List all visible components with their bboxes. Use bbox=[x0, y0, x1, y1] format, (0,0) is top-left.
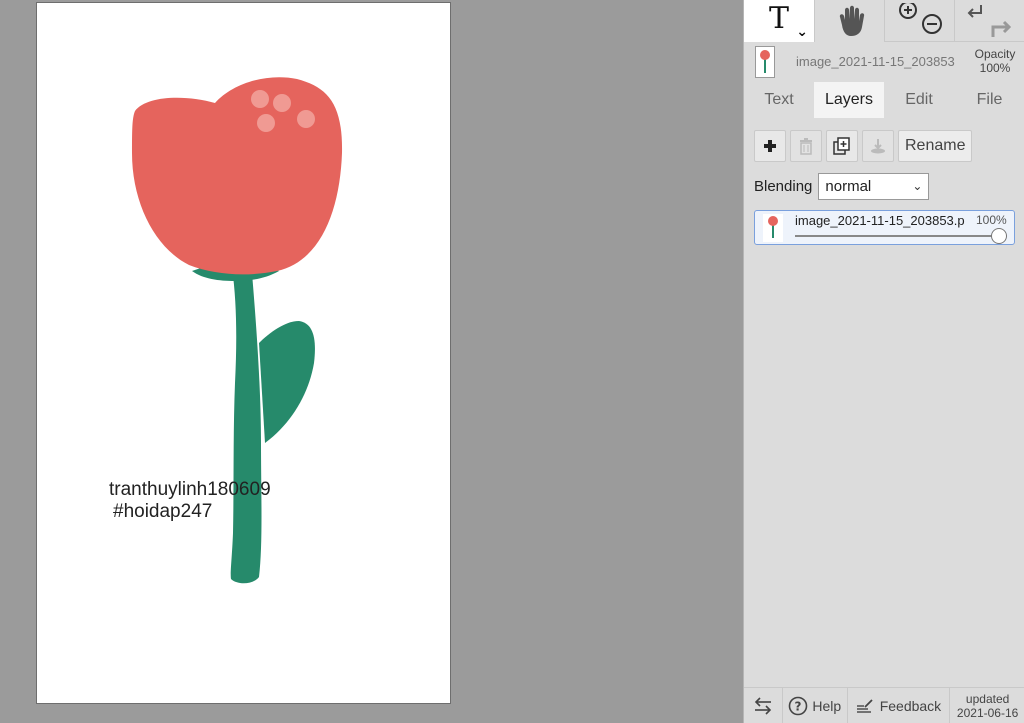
rename-layer-button[interactable]: Rename bbox=[898, 130, 973, 162]
slider-knob[interactable] bbox=[991, 228, 1007, 244]
feedback-label: Feedback bbox=[879, 697, 942, 714]
zoom-out-icon[interactable] bbox=[921, 14, 942, 34]
layer-tools: Rename bbox=[754, 130, 973, 162]
help-label: Help bbox=[812, 697, 842, 714]
merge-down-button[interactable] bbox=[862, 130, 894, 162]
updated-label: updated bbox=[965, 691, 1010, 706]
feedback-icon bbox=[856, 698, 873, 713]
add-layer-icon bbox=[764, 140, 776, 152]
panel-tabs: Text Layers Edit File bbox=[744, 82, 1024, 118]
tab-file[interactable]: File bbox=[954, 82, 1024, 118]
petal-dot bbox=[251, 90, 269, 108]
workspace[interactable]: tranthuylinh180609 #hoidap247 bbox=[0, 0, 743, 723]
petal-dot bbox=[273, 94, 291, 112]
panel-footer: ? Help Feedback updated 2021-06-16 bbox=[744, 687, 1024, 723]
chevron-down-icon[interactable]: ⌄ bbox=[796, 23, 808, 40]
updated-info[interactable]: updated 2021-06-16 bbox=[950, 688, 1024, 723]
layer-name: image_2021-11-15_203853.p bbox=[795, 213, 965, 228]
help-icon: ? bbox=[789, 696, 808, 715]
layer-opacity-slider[interactable] bbox=[795, 228, 1007, 244]
canvas-text-username: tranthuylinh180609 bbox=[109, 479, 271, 500]
side-panel: T ⌄ image_2021-11-15_203853 Opacity 100%… bbox=[743, 0, 1024, 723]
delete-layer-icon bbox=[800, 138, 812, 155]
svg-text:?: ? bbox=[795, 699, 802, 713]
blending-select[interactable]: normal ⌄ bbox=[818, 172, 930, 200]
petal-dot bbox=[257, 114, 275, 132]
layer-thumbnail bbox=[763, 214, 783, 242]
tab-text[interactable]: Text bbox=[744, 82, 814, 118]
tulip-drawing bbox=[132, 77, 343, 584]
feedback-button[interactable]: Feedback bbox=[848, 688, 950, 723]
delete-layer-button[interactable] bbox=[790, 130, 822, 162]
layer-opacity-value: 100% bbox=[976, 213, 1007, 227]
undo-icon[interactable] bbox=[967, 5, 982, 18]
undo-redo-controls bbox=[954, 0, 1024, 42]
text-tool-icon: T bbox=[768, 0, 789, 36]
drawing-canvas[interactable]: tranthuylinh180609 #hoidap247 bbox=[36, 2, 451, 704]
toolbar: T ⌄ bbox=[744, 0, 1024, 42]
document-opacity: Opacity 100% bbox=[969, 47, 1021, 75]
duplicate-layer-button[interactable] bbox=[826, 130, 858, 162]
hand-icon bbox=[839, 5, 864, 36]
redo-icon[interactable] bbox=[991, 20, 1011, 37]
tab-edit[interactable]: Edit bbox=[884, 82, 954, 118]
document-thumbnail[interactable] bbox=[755, 46, 775, 78]
updated-date: 2021-06-16 bbox=[956, 705, 1019, 720]
swap-side-button[interactable] bbox=[744, 688, 782, 723]
tulip-petal bbox=[132, 77, 343, 275]
blending-control: Blending normal ⌄ bbox=[754, 172, 930, 200]
petal-dot bbox=[297, 110, 315, 128]
merge-down-icon bbox=[871, 139, 885, 154]
document-info: image_2021-11-15_203853 Opacity 100% bbox=[744, 42, 1024, 80]
hand-tool-button[interactable] bbox=[814, 0, 884, 42]
document-name: image_2021-11-15_203853 bbox=[796, 54, 955, 69]
tab-layers[interactable]: Layers bbox=[814, 82, 884, 118]
opacity-label: Opacity bbox=[974, 47, 1016, 61]
chevron-down-icon: ⌄ bbox=[912, 178, 923, 193]
canvas-text-hashtag: #hoidap247 bbox=[113, 501, 213, 522]
opacity-value: 100% bbox=[979, 61, 1011, 75]
text-tool-button[interactable]: T ⌄ bbox=[744, 0, 814, 42]
add-layer-button[interactable] bbox=[754, 130, 786, 162]
tulip-leaf bbox=[259, 321, 315, 443]
help-button[interactable]: ? Help bbox=[783, 688, 847, 723]
zoom-controls bbox=[884, 0, 954, 42]
duplicate-layer-icon bbox=[833, 137, 850, 155]
zoom-in-icon[interactable] bbox=[898, 3, 917, 19]
swap-arrows-icon bbox=[754, 696, 772, 715]
layer-item[interactable]: image_2021-11-15_203853.p 100% bbox=[754, 210, 1015, 245]
blending-label: Blending bbox=[754, 177, 813, 195]
tulip-stem bbox=[230, 268, 262, 584]
blending-selected-value: normal bbox=[825, 177, 872, 195]
